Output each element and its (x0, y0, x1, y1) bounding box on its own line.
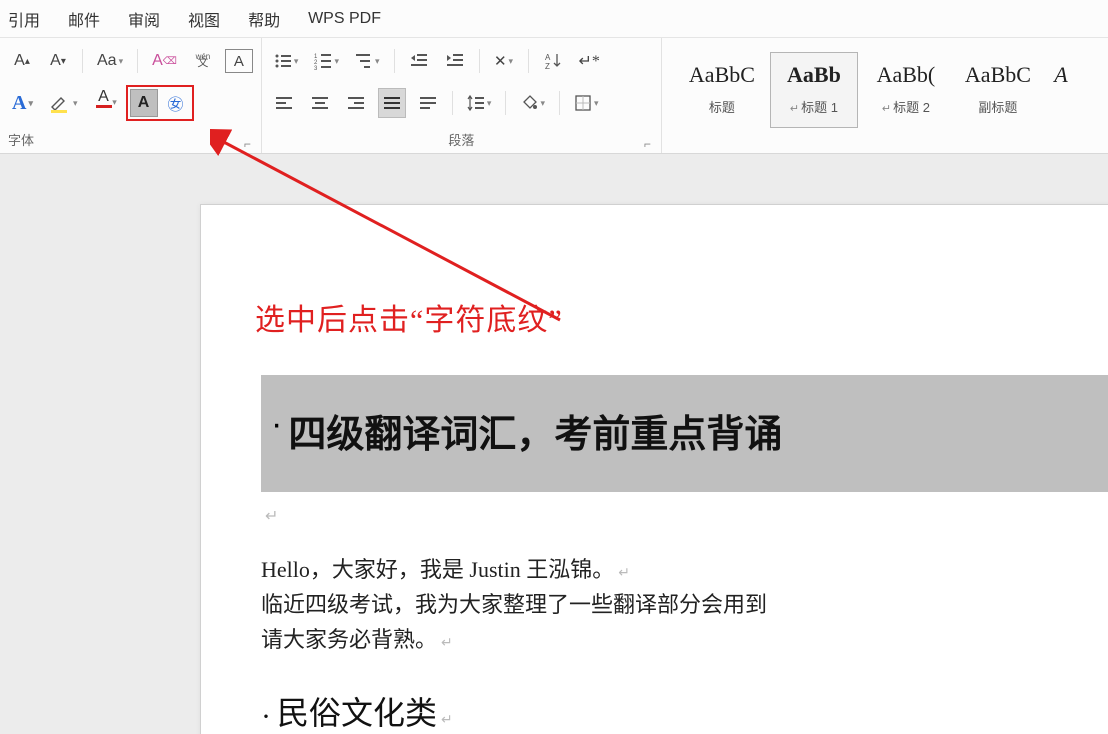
document-heading2[interactable]: ·民俗文化类↵ (261, 688, 1108, 734)
separator (479, 49, 480, 73)
body-line: Hello，大家好，我是 Justin 王泓锦。↵ (261, 552, 1108, 587)
sort-button[interactable]: AZ (539, 46, 567, 76)
style-name: ↵标题 2 (863, 97, 949, 116)
return-mark-icon: ↵ (441, 713, 453, 728)
separator (452, 91, 453, 115)
separator (82, 49, 83, 73)
clear-formatting-button[interactable]: A⌫ (148, 46, 181, 76)
show-marks-button[interactable]: ↵* (575, 46, 604, 76)
sort-icon: AZ (544, 52, 562, 70)
separator (394, 49, 395, 73)
align-center-icon (311, 94, 329, 112)
borders-button[interactable]: ▾ (570, 88, 603, 118)
bullets-button[interactable]: ▾ (270, 46, 303, 76)
align-justify-button[interactable] (378, 88, 406, 118)
style-more[interactable]: A (1046, 52, 1076, 128)
svg-text:A: A (545, 53, 551, 62)
bullet-icon: · (271, 405, 282, 444)
align-right-button[interactable] (342, 88, 370, 118)
multilevel-list-button[interactable]: ▾ (351, 46, 384, 76)
align-distribute-button[interactable] (414, 88, 442, 118)
document-body[interactable]: Hello，大家好，我是 Justin 王泓锦。↵ 临近四级考试，我为大家整理了… (261, 552, 1108, 658)
decrease-indent-button[interactable] (405, 46, 433, 76)
change-case-button[interactable]: Aa▾ (93, 46, 127, 76)
paint-bucket-icon (520, 94, 538, 112)
font-group-label: 字体 (8, 130, 34, 151)
menu-help[interactable]: 帮助 (248, 7, 280, 31)
style-name: ↵标题 1 (771, 97, 857, 116)
menu-bar: 引用 邮件 审阅 视图 帮助 WPS PDF (0, 0, 1108, 38)
bullet-icon: · (261, 700, 271, 733)
bullets-icon (274, 52, 292, 70)
outdent-icon (410, 52, 428, 70)
svg-text:3: 3 (314, 66, 318, 70)
align-right-icon (347, 94, 365, 112)
indent-icon (446, 52, 464, 70)
workspace: 学生专区↵ · 四级翻译词汇，考前重点背诵 ↵ Hello，大家好，我是 Jus… (0, 154, 1108, 734)
style-preview: AaBb (771, 53, 857, 97)
numbering-button[interactable]: 123▾ (310, 46, 343, 76)
style-heading[interactable]: AaBbC 标题 (678, 52, 766, 128)
borders-icon (574, 94, 592, 112)
menu-wpspdf[interactable]: WPS PDF (308, 10, 381, 28)
document-title-selection[interactable]: · 四级翻译词汇，考前重点背诵 (261, 375, 1108, 492)
separator (528, 49, 529, 73)
phonetic-guide-button[interactable]: wén文 (189, 46, 217, 76)
highlighter-icon (49, 92, 71, 114)
shrink-font-button[interactable]: A▾ (44, 46, 72, 76)
align-left-icon (275, 94, 293, 112)
menu-mailings[interactable]: 邮件 (68, 7, 100, 31)
style-preview: AaBbC (955, 53, 1041, 97)
svg-text:Z: Z (545, 62, 550, 70)
body-line: 临近四级考试，我为大家整理了一些翻译部分会用到 (261, 587, 1108, 622)
numbering-icon: 123 (314, 52, 332, 70)
ribbon-group-paragraph: ▾ 123▾ ▾ ✕▾ AZ ↵* ▾ ▾ (262, 38, 662, 153)
char-shading-highlight-box: A ㊛ (126, 85, 194, 121)
return-mark-icon: ↵ (441, 636, 453, 651)
multilevel-icon (355, 52, 373, 70)
style-subtitle[interactable]: AaBbC 副标题 (954, 52, 1042, 128)
separator (505, 91, 506, 115)
line-spacing-button[interactable]: ▾ (463, 88, 496, 118)
align-justify-icon (383, 94, 401, 112)
ribbon: A▴ A▾ Aa▾ A⌫ wén文 A A▾ ▾ A▾ A ㊛ (0, 38, 1108, 154)
style-preview: AaBb( (863, 53, 949, 97)
char-border-button-top[interactable]: A (225, 49, 253, 73)
separator (559, 91, 560, 115)
align-left-button[interactable] (270, 88, 298, 118)
document-title-text: 四级翻译词汇，考前重点背诵 (288, 403, 782, 458)
menu-view[interactable]: 视图 (188, 7, 220, 31)
highlight-button[interactable]: ▾ (45, 88, 82, 118)
style-name: 副标题 (955, 97, 1041, 116)
return-mark-icon: ↵ (265, 506, 1108, 526)
style-heading1[interactable]: AaBb ↵标题 1 (770, 52, 858, 128)
annotation-callout: 选中后点击“字符底纹” (255, 295, 563, 339)
document-page[interactable]: 学生专区↵ · 四级翻译词汇，考前重点背诵 ↵ Hello，大家好，我是 Jus… (200, 204, 1108, 734)
menu-review[interactable]: 审阅 (128, 7, 160, 31)
font-color-button[interactable]: A▾ (90, 88, 118, 118)
text-effects-button[interactable]: A▾ (8, 88, 37, 118)
enclosed-char-button[interactable]: ㊛ (162, 89, 190, 117)
char-shading-button[interactable]: A (130, 89, 158, 117)
return-mark-icon: ↵ (618, 566, 630, 581)
style-preview: A (1047, 53, 1075, 97)
para-group-label: 段落 (448, 130, 474, 151)
body-line: 请大家务必背熟。↵ (261, 622, 1108, 657)
align-dist-icon (419, 94, 437, 112)
style-name: 标题 (679, 97, 765, 116)
menu-references[interactable]: 引用 (8, 7, 40, 31)
style-heading2[interactable]: AaBb( ↵标题 2 (862, 52, 950, 128)
para-group-launcher[interactable]: ⌐ (644, 137, 653, 151)
separator (137, 49, 138, 73)
ribbon-group-font: A▴ A▾ Aa▾ A⌫ wén文 A A▾ ▾ A▾ A ㊛ (0, 38, 262, 153)
grow-font-button[interactable]: A▴ (8, 46, 36, 76)
increase-indent-button[interactable] (441, 46, 469, 76)
line-spacing-icon (467, 94, 485, 112)
align-center-button[interactable] (306, 88, 334, 118)
shading-button[interactable]: ▾ (516, 88, 549, 118)
asian-layout-button[interactable]: ✕▾ (490, 46, 518, 76)
style-preview: AaBbC (679, 53, 765, 97)
ribbon-group-styles: AaBbC 标题 AaBb ↵标题 1 AaBb( ↵标题 2 AaBbC 副标… (662, 38, 1108, 153)
font-group-launcher[interactable]: ⌐ (244, 137, 253, 151)
